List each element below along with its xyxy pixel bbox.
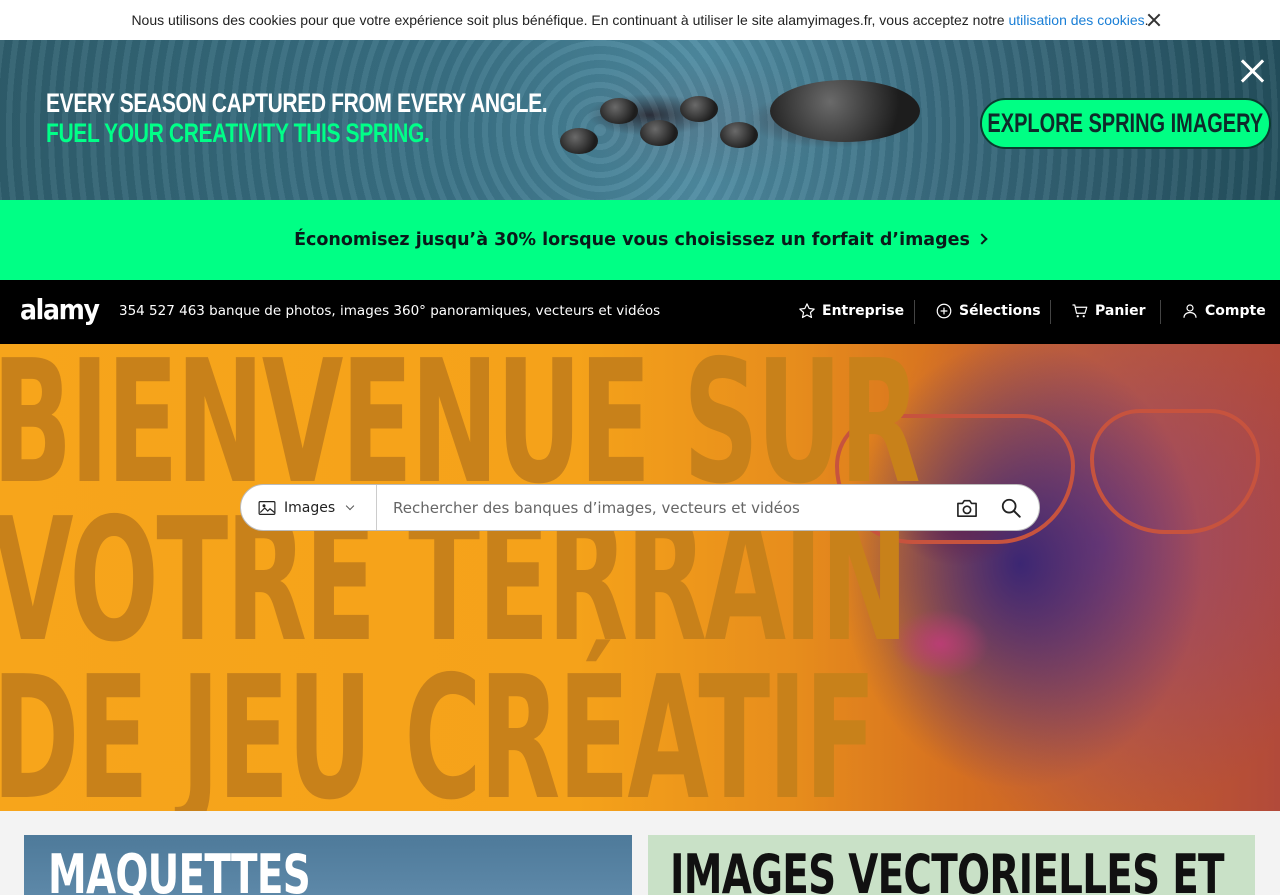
cookie-policy-link[interactable]: utilisation des cookies (1008, 12, 1144, 28)
duckling-image (720, 122, 758, 148)
cookie-bar: Nous utilisons des cookies pour que votr… (0, 0, 1280, 40)
duckling-image (680, 96, 718, 122)
search-type-label: Images (284, 499, 336, 516)
ad-headline: EVERY SEASON CAPTURED FROM EVERY ANGLE. … (46, 88, 548, 148)
ad-headline-line1: EVERY SEASON CAPTURED FROM EVERY ANGLE. (46, 88, 548, 118)
mockups-card-title: MAQUETTES (48, 843, 311, 895)
cookie-message: Nous utilisons des cookies pour que votr… (131, 12, 1009, 28)
hero-headline: BIENVENUE SUR VOTRE TERRAIN DE JEU CRÉAT… (0, 344, 921, 811)
nav-selections-label: Sélections (959, 303, 1041, 319)
nav-divider (1160, 300, 1161, 324)
ad-cta-label: EXPLORE SPRING IMAGERY (987, 108, 1264, 138)
nav-divider (914, 300, 915, 324)
duckling-image (640, 120, 678, 146)
alamy-logo[interactable]: alamy (20, 293, 100, 326)
nav-entreprise-label: Entreprise (822, 303, 905, 319)
search-button[interactable] (989, 486, 1033, 530)
site-header: alamy 354 527 463 banque de photos, imag… (0, 280, 1280, 344)
nav-divider (1050, 300, 1051, 324)
cookie-close-icon[interactable] (1146, 12, 1162, 28)
header-tagline: 354 527 463 banque de photos, images 360… (119, 303, 661, 319)
chevron-right-icon (976, 233, 988, 245)
image-icon (258, 500, 276, 515)
vectors-card-title: IMAGES VECTORIELLES ET (670, 843, 1225, 895)
nav-panier-label: Panier (1095, 303, 1146, 319)
ad-banner[interactable]: EVERY SEASON CAPTURED FROM EVERY ANGLE. … (0, 40, 1280, 200)
nav-selections[interactable]: Sélections (935, 302, 1041, 320)
cart-icon (1072, 304, 1088, 318)
glasses-graphic (1090, 409, 1260, 534)
nav-compte-label: Compte (1205, 303, 1266, 319)
ad-close-icon[interactable] (1240, 58, 1266, 84)
duckling-image (600, 98, 638, 124)
nav-entreprise[interactable]: Entreprise (798, 302, 904, 320)
vectors-card[interactable]: IMAGES VECTORIELLES ET (648, 835, 1255, 895)
search-type-dropdown[interactable]: Images (241, 485, 377, 530)
promo-text: Économisez jusqu’à 30% lorsque vous choi… (294, 230, 970, 250)
hero-section: BIENVENUE SUR VOTRE TERRAIN DE JEU CRÉAT… (0, 344, 1280, 811)
promo-banner[interactable]: Économisez jusqu’à 30% lorsque vous choi… (0, 200, 1280, 280)
search-input[interactable] (377, 485, 945, 530)
duck-image (770, 80, 920, 142)
ad-cta-button[interactable]: EXPLORE SPRING IMAGERY (980, 98, 1271, 149)
duckling-image (560, 128, 598, 154)
visual-search-button[interactable] (945, 486, 989, 530)
hero-line3: DE JEU CRÉATIF (0, 640, 876, 811)
search-icon (1001, 498, 1021, 518)
ad-headline-line2: FUEL YOUR CREATIVITY THIS SPRING. (46, 118, 430, 148)
plus-circle-icon (936, 303, 952, 319)
star-icon (799, 303, 815, 319)
nav-compte[interactable]: Compte (1181, 302, 1266, 320)
hero-line1: BIENVENUE SUR (0, 344, 921, 522)
mockups-card[interactable]: MAQUETTES (24, 835, 632, 895)
cookie-text: Nous utilisons des cookies pour que votr… (131, 12, 1148, 28)
search-bar: Images (240, 484, 1040, 531)
camera-icon (957, 499, 977, 517)
chevron-down-icon (345, 501, 355, 511)
user-icon (1183, 304, 1197, 318)
nav-panier[interactable]: Panier (1071, 302, 1146, 320)
